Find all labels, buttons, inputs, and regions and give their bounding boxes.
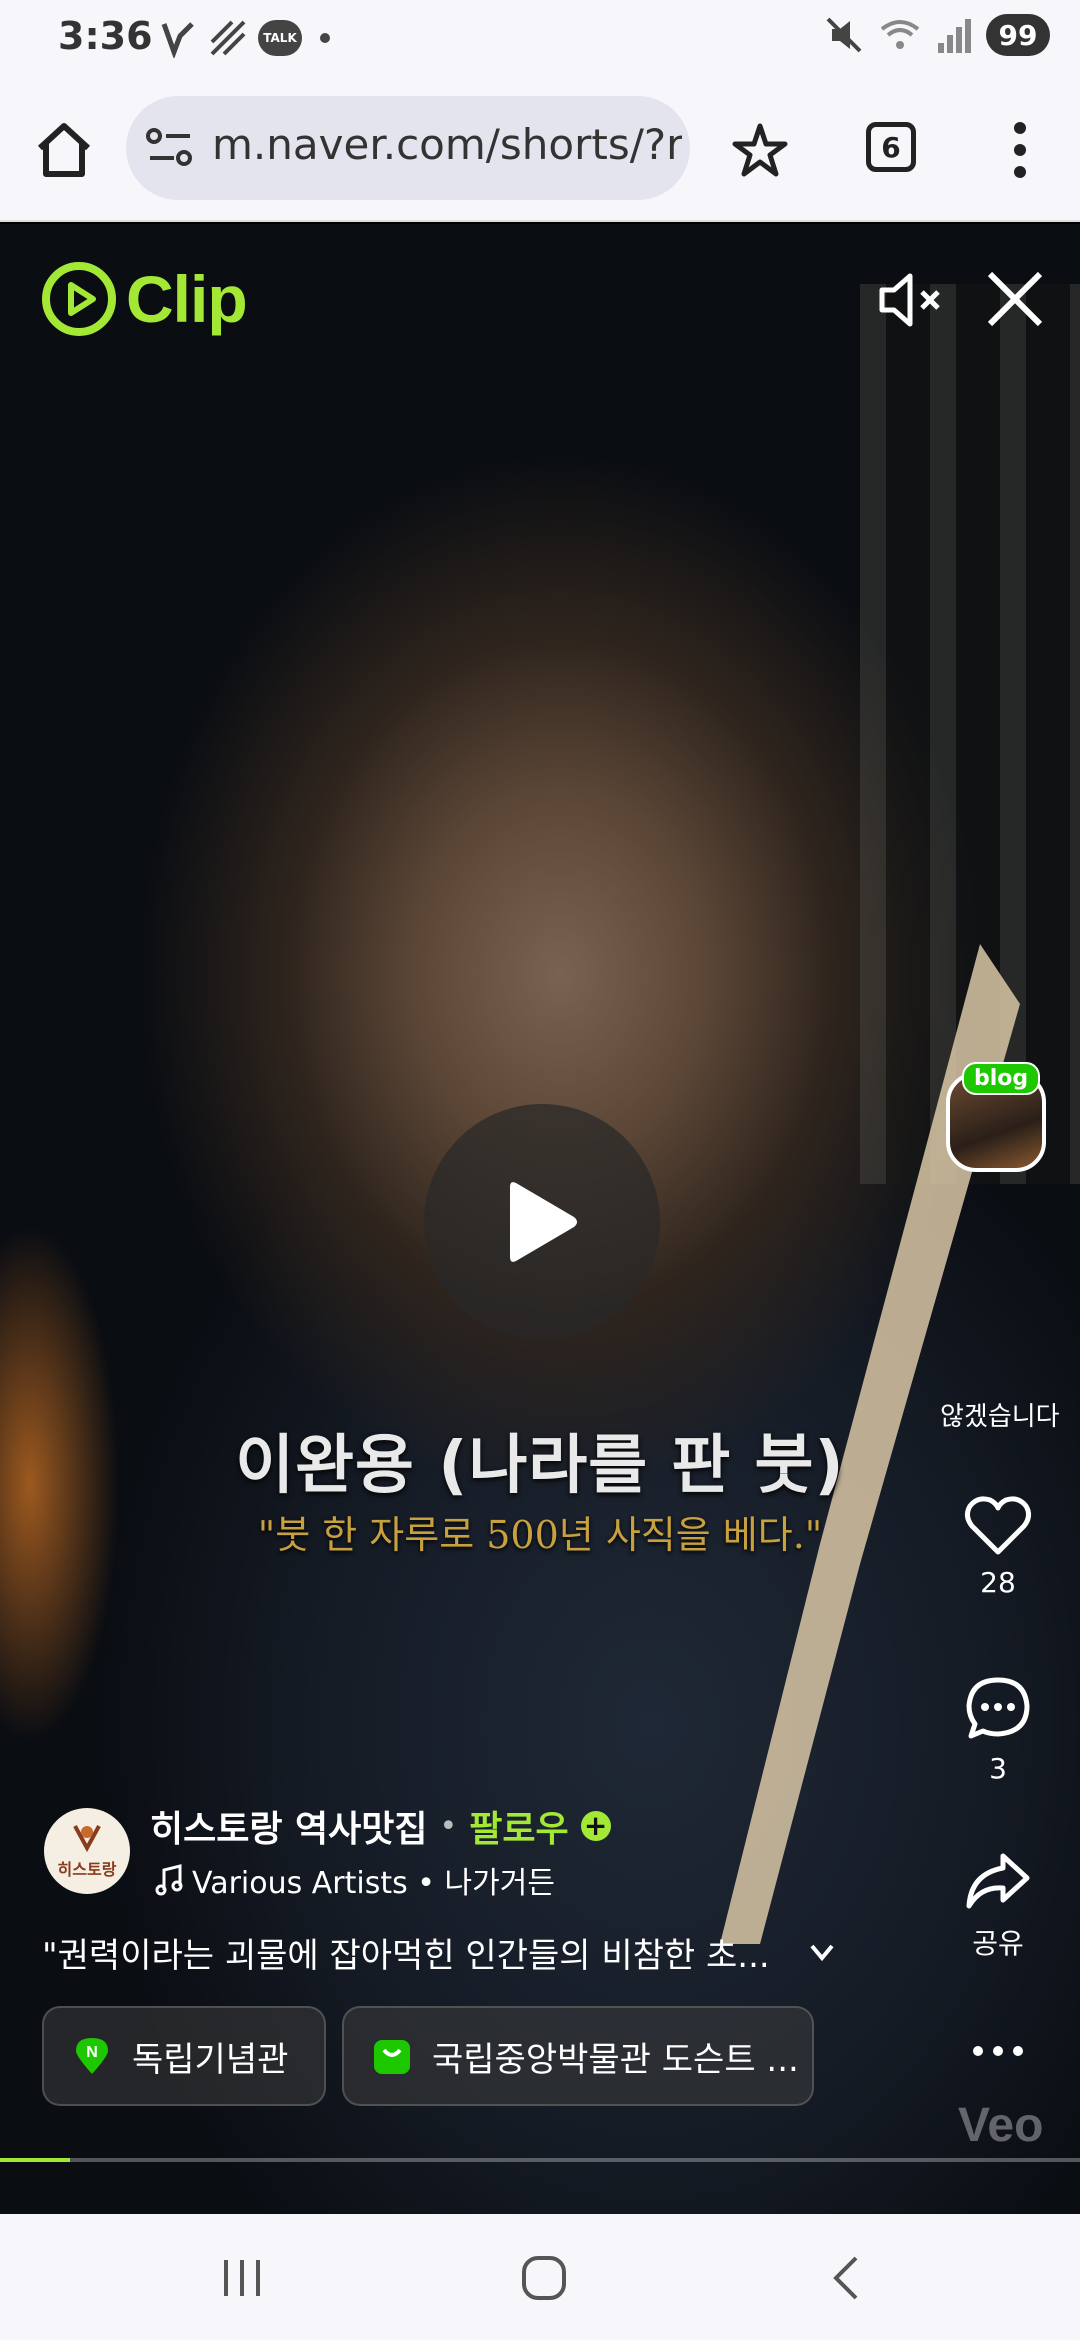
avatar-text: 히스토랑	[57, 1860, 117, 1879]
naver-shopping-bag-icon	[374, 2040, 410, 2074]
comment-icon	[966, 1677, 1030, 1739]
clip-logo: Clip	[40, 260, 248, 338]
like-count: 28	[980, 1566, 1016, 1599]
close-icon[interactable]	[984, 268, 1046, 330]
site-info-icon[interactable]	[146, 126, 194, 170]
video-progress-bar[interactable]	[0, 2158, 1080, 2162]
place-tag-label: 독립기념관	[132, 2039, 289, 2080]
shopping-tag-label: 국립중앙박물관 도슨트 ...	[432, 2039, 799, 2080]
video-progress-fill	[0, 2158, 71, 2162]
clip-logo-text: Clip	[126, 262, 248, 336]
avatar-logo-icon	[73, 1825, 101, 1853]
comment-button[interactable]: 3	[948, 1674, 1048, 1785]
status-system-icons: 99	[824, 14, 1050, 56]
video-subtitle-title: 이완용 (나라를 판 붓)	[235, 1429, 845, 1503]
tab-switcher-button[interactable]: 6	[866, 122, 916, 172]
status-time: 3:36	[58, 14, 153, 58]
kakaotalk-icon: TALK	[258, 20, 302, 56]
wifi-icon	[880, 20, 920, 49]
shopping-tag-button[interactable]: 국립중앙박물관 도슨트 ...	[342, 2006, 814, 2106]
bookmark-star-icon[interactable]	[730, 120, 790, 180]
naver-place-pin-icon: N	[76, 2038, 108, 2074]
muted-speaker-icon[interactable]	[876, 264, 948, 336]
blog-thumbnail[interactable]: blog	[946, 1062, 1046, 1172]
svg-text:N: N	[86, 2044, 98, 2061]
heart-icon	[964, 1496, 1032, 1555]
address-bar[interactable]: m.naver.com/shorts/?r	[126, 96, 690, 200]
status-bar: 3:36 TALK 99	[0, 0, 1080, 80]
recent-apps-icon[interactable]	[212, 2250, 272, 2306]
follow-button[interactable]: 팔로우	[469, 1800, 568, 1852]
comment-count: 3	[989, 1752, 1007, 1785]
author-name[interactable]: 히스토랑 역사맛집	[150, 1800, 428, 1852]
share-label: 공유	[972, 1927, 1024, 1960]
more-notifications-dot-icon	[320, 33, 330, 43]
video-player[interactable]: Clip 이완용 (나라를 판 붓) "붓 한 자루로 500년 사직을 베다.…	[0, 224, 1080, 2214]
share-button[interactable]: 공유	[948, 1850, 1048, 1962]
data-saver-icon	[161, 22, 194, 58]
play-button[interactable]	[424, 1104, 660, 1340]
home-nav-icon[interactable]	[514, 2250, 574, 2306]
music-note-icon	[155, 1864, 183, 1896]
follow-plus-icon[interactable]: +	[580, 1811, 611, 1841]
veo-watermark: Veo	[958, 2099, 1044, 2152]
music-info[interactable]: Various Artists • 나가거든	[154, 1858, 555, 1902]
author-avatar[interactable]: 히스토랑	[44, 1808, 130, 1894]
more-horizontal-icon[interactable]	[968, 2046, 1028, 2066]
battery-indicator: 99	[986, 14, 1050, 56]
place-tag-button[interactable]: N 독립기념관	[42, 2006, 326, 2106]
no-signal-icon	[210, 20, 246, 56]
status-notification-icons: TALK	[158, 18, 330, 58]
blog-label[interactable]: 않겠습니다	[940, 1396, 1060, 1433]
like-button[interactable]: 28	[948, 1494, 1048, 1599]
separator-dot: •	[439, 1808, 458, 1844]
url-text[interactable]: m.naver.com/shorts/?r	[212, 120, 682, 169]
browser-toolbar: m.naver.com/shorts/?r 6	[0, 80, 1080, 222]
mute-status-icon	[826, 17, 862, 53]
home-icon[interactable]	[32, 118, 96, 182]
more-vertical-icon[interactable]	[1000, 118, 1040, 182]
share-arrow-icon	[966, 1853, 1030, 1909]
clip-play-logo-icon	[42, 262, 116, 336]
play-icon	[510, 1182, 577, 1262]
author-line: 히스토랑 역사맛집 • 팔로우 +	[150, 1800, 611, 1852]
system-navigation-bar	[0, 2214, 1080, 2340]
chevron-down-icon[interactable]	[804, 1934, 840, 1970]
cell-signal-icon	[938, 19, 971, 53]
blog-badge: blog	[962, 1062, 1041, 1095]
video-description[interactable]: "권력이라는 괴물에 잡아먹힌 인간들의 비참한 초...	[42, 1928, 802, 1977]
video-subtitle-quote: "붓 한 자루로 500년 사직을 베다."	[257, 1513, 823, 1557]
blog-link[interactable]: blog	[946, 1054, 1050, 1172]
back-icon[interactable]	[818, 2250, 878, 2306]
music-text: Various Artists • 나가거든	[192, 1866, 555, 1901]
